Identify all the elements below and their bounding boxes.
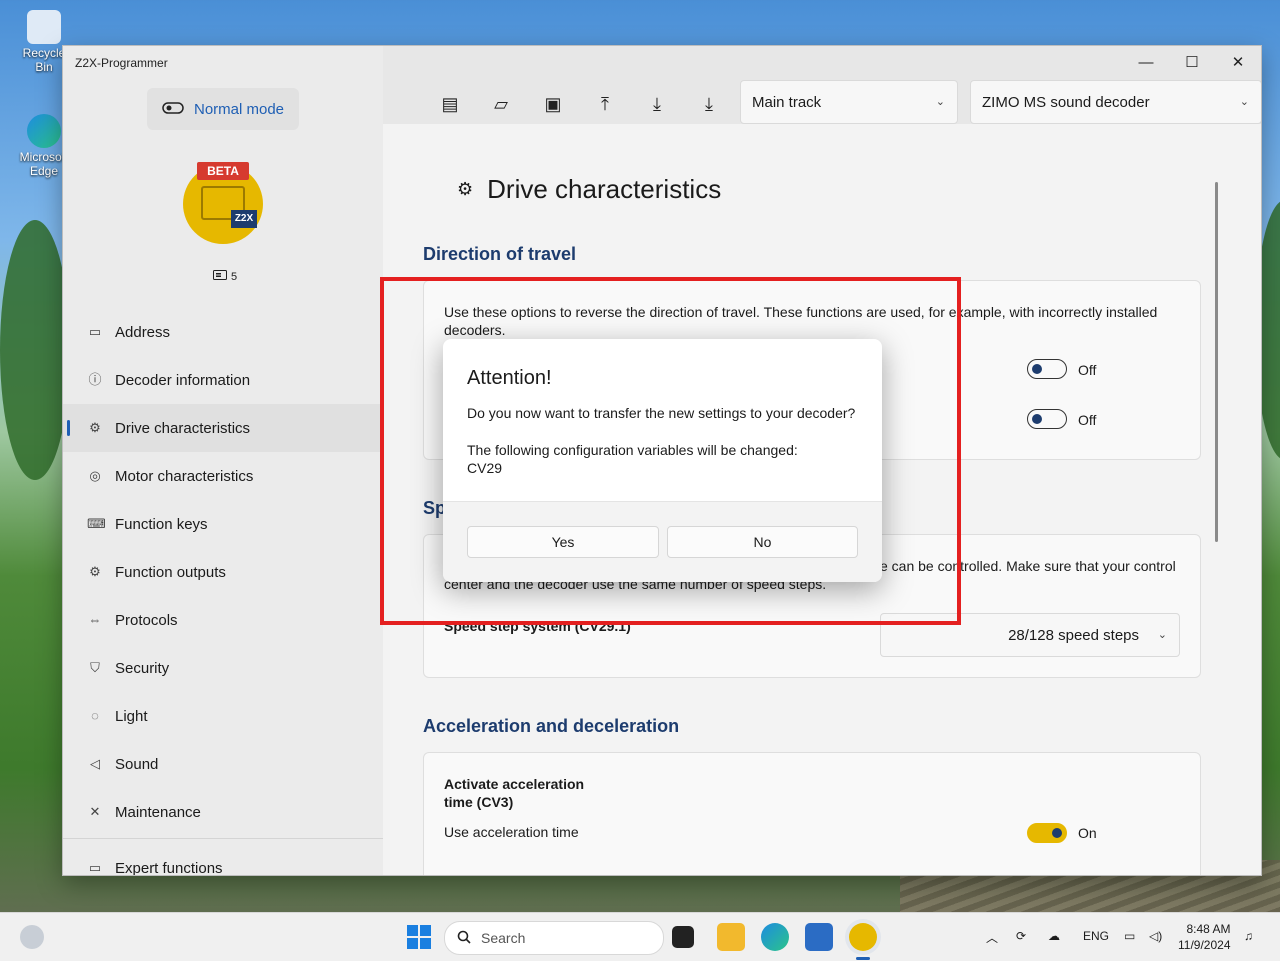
file-explorer-icon[interactable]	[717, 923, 745, 951]
dialog-title: Attention!	[467, 367, 552, 389]
dialog-question: Do you now want to transfer the new sett…	[467, 405, 856, 421]
search-placeholder: Search	[481, 930, 526, 946]
clock[interactable]: 8:48 AM 11/9/2024	[1178, 921, 1231, 953]
confirm-dialog: Attention! Do you now want to transfer t…	[443, 339, 882, 582]
sync-icon[interactable]: ⟳	[1016, 929, 1026, 943]
volume-icon[interactable]: ◁)	[1149, 929, 1162, 943]
taskbar: Search ︿ ⟳ ☁ ENG ▭ ◁) 8:48 AM 11/9/2024 …	[0, 912, 1280, 961]
search-icon	[457, 930, 471, 947]
dialog-info: The following configuration variables wi…	[467, 442, 798, 458]
start-button[interactable]	[405, 923, 433, 951]
notification-bell-icon[interactable]: ♫	[1244, 929, 1253, 943]
widgets-icon[interactable]	[20, 925, 44, 949]
dialog-cv-list: CV29	[467, 460, 503, 476]
z2x-programmer-taskbar-icon[interactable]	[849, 923, 877, 951]
overlay: Attention! Do you now want to transfer t…	[0, 0, 1280, 960]
store-icon[interactable]	[805, 923, 833, 951]
chevron-up-icon[interactable]: ︿	[986, 929, 998, 946]
cloud-offline-icon[interactable]: ☁	[1048, 929, 1060, 943]
network-icon[interactable]: ▭	[1124, 929, 1135, 943]
language-indicator[interactable]: ENG	[1083, 929, 1109, 943]
dialog-footer: Yes No	[443, 501, 882, 582]
yes-button[interactable]: Yes	[467, 526, 659, 558]
clock-date: 11/9/2024	[1178, 938, 1231, 952]
taskbar-search[interactable]: Search	[444, 921, 664, 955]
no-button[interactable]: No	[667, 526, 858, 558]
edge-icon[interactable]	[761, 923, 789, 951]
task-view-icon[interactable]	[672, 926, 694, 948]
clock-time: 8:48 AM	[1186, 922, 1231, 936]
